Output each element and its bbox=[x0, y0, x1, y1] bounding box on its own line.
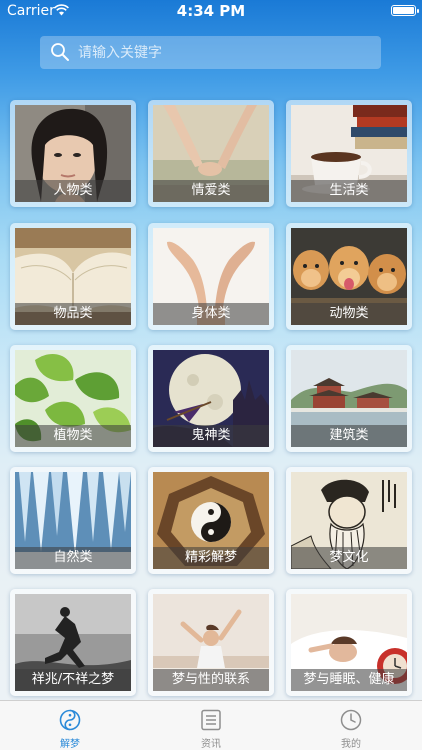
tab-bar: 解梦 资讯 我的 bbox=[0, 700, 422, 750]
category-tile-architecture[interactable]: 建筑类 bbox=[286, 345, 412, 452]
category-label: 生活类 bbox=[291, 180, 407, 202]
tab-mine[interactable]: 我的 bbox=[281, 701, 421, 750]
tab-dream[interactable]: 解梦 bbox=[0, 701, 140, 750]
category-label: 精彩解梦 bbox=[153, 547, 269, 569]
battery-icon bbox=[391, 5, 419, 16]
category-label: 梦文化 bbox=[291, 547, 407, 569]
category-label: 人物类 bbox=[15, 180, 131, 202]
category-tile-people[interactable]: 人物类 bbox=[10, 100, 136, 207]
category-tile-love[interactable]: 情爱类 bbox=[148, 100, 274, 207]
yin-yang-icon bbox=[59, 709, 81, 735]
category-label: 梦与睡眠、健康 bbox=[291, 669, 407, 691]
category-tile-plants[interactable]: 植物类 bbox=[10, 345, 136, 452]
tab-label: 我的 bbox=[341, 739, 361, 750]
category-label: 自然类 bbox=[15, 547, 131, 569]
category-tile-featured[interactable]: 精彩解梦 bbox=[148, 467, 274, 574]
category-tile-dream-sex[interactable]: 梦与性的联系 bbox=[148, 589, 274, 696]
category-label: 动物类 bbox=[291, 303, 407, 325]
category-label: 物品类 bbox=[15, 303, 131, 325]
category-label: 建筑类 bbox=[291, 425, 407, 447]
status-bar: Carrier 4:34 PM bbox=[0, 0, 422, 22]
clock-time: 4:34 PM bbox=[176, 2, 246, 20]
category-tile-life[interactable]: 生活类 bbox=[286, 100, 412, 207]
category-tile-animals[interactable]: 动物类 bbox=[286, 223, 412, 330]
app-screen: Carrier 4:34 PM 请输入关键字 人物类 情爱类 生活类 物品类 身… bbox=[0, 0, 422, 750]
search-bar[interactable] bbox=[40, 36, 381, 69]
category-tile-objects[interactable]: 物品类 bbox=[10, 223, 136, 330]
search-input[interactable] bbox=[78, 36, 368, 69]
category-tile-dream-culture[interactable]: 梦文化 bbox=[286, 467, 412, 574]
tab-label: 解梦 bbox=[60, 739, 80, 750]
news-icon bbox=[200, 709, 222, 735]
category-label: 植物类 bbox=[15, 425, 131, 447]
clock-icon bbox=[340, 709, 362, 735]
category-tile-omens[interactable]: 祥兆/不祥之梦 bbox=[10, 589, 136, 696]
category-label: 祥兆/不祥之梦 bbox=[15, 669, 131, 691]
search-icon bbox=[50, 42, 70, 66]
tab-news[interactable]: 资讯 bbox=[141, 701, 281, 750]
category-tile-body[interactable]: 身体类 bbox=[148, 223, 274, 330]
category-label: 情爱类 bbox=[153, 180, 269, 202]
tab-label: 资讯 bbox=[201, 739, 221, 750]
category-tile-nature[interactable]: 自然类 bbox=[10, 467, 136, 574]
category-label: 鬼神类 bbox=[153, 425, 269, 447]
category-label: 身体类 bbox=[153, 303, 269, 325]
category-tile-dream-sleep[interactable]: 梦与睡眠、健康 bbox=[286, 589, 412, 696]
category-tile-ghosts[interactable]: 鬼神类 bbox=[148, 345, 274, 452]
category-label: 梦与性的联系 bbox=[153, 669, 269, 691]
